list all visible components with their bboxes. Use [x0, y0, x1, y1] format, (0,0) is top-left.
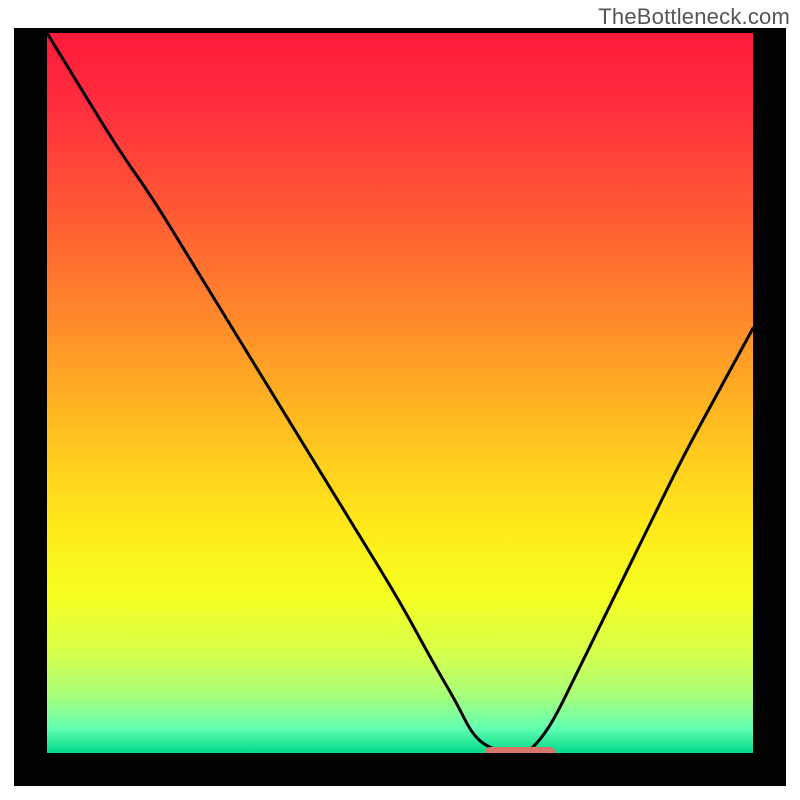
plot-frame — [14, 28, 786, 786]
plot-interior — [47, 33, 753, 753]
bottleneck-curve — [47, 33, 753, 753]
optimal-range-marker — [485, 747, 556, 753]
attribution-text: TheBottleneck.com — [598, 4, 790, 30]
